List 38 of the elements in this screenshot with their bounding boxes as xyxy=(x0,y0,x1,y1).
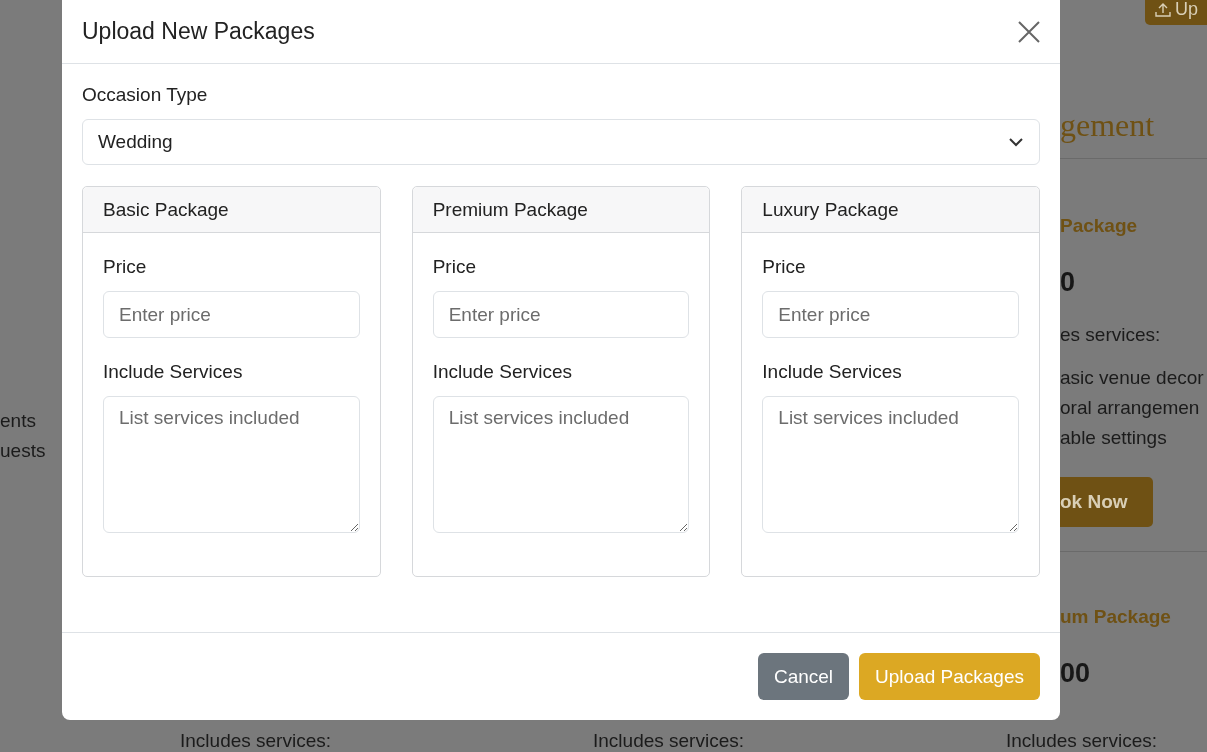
field-label: Include Services xyxy=(103,361,244,383)
field-label: Price xyxy=(762,256,807,278)
package-price: 00 xyxy=(1060,658,1091,689)
services-textarea[interactable]: List services included xyxy=(432,396,690,533)
modal-title: Upload New Packages xyxy=(82,18,315,45)
section-heading: gement xyxy=(1060,107,1155,144)
service-item: oral arrangemen xyxy=(1060,396,1201,420)
list-item-text: uests xyxy=(0,439,47,463)
package-title: Package xyxy=(1060,215,1138,237)
book-button[interactable]: ok Now xyxy=(1060,477,1153,527)
field-label: Include Services xyxy=(432,361,574,383)
field-label: Price xyxy=(103,256,148,278)
package-price: 0 xyxy=(1060,267,1076,298)
service-item: asic venue decor xyxy=(1060,366,1204,390)
services-label: Includes services: xyxy=(593,730,745,752)
upload-button[interactable]: Up xyxy=(1145,0,1207,25)
field-label: Price xyxy=(432,256,477,278)
package-card-header: Premium Package xyxy=(412,187,710,233)
service-item: able settings xyxy=(1060,426,1168,450)
services-label: Includes services: xyxy=(180,730,332,752)
close-icon[interactable] xyxy=(1018,20,1040,43)
chevron-down-icon xyxy=(1009,137,1023,147)
services-label: Includes services: xyxy=(1006,730,1157,752)
list-item-text: ents xyxy=(0,409,37,433)
services-label: es services: xyxy=(1060,324,1161,346)
package-card-header: Luxury Package xyxy=(742,187,1039,233)
cancel-button[interactable]: Cancel xyxy=(757,653,850,700)
field-label: Include Services xyxy=(762,361,903,383)
package-card-header: Basic Package xyxy=(83,187,380,233)
field-label: Occasion Type xyxy=(82,84,209,106)
package-title: um Package xyxy=(1060,606,1171,628)
upload-icon xyxy=(1155,1,1171,18)
price-input[interactable]: Enter price xyxy=(762,291,1019,338)
price-input[interactable]: Enter price xyxy=(432,291,690,338)
price-input[interactable]: Enter price xyxy=(103,291,360,338)
services-textarea[interactable]: List services included xyxy=(103,396,360,533)
services-textarea[interactable]: List services included xyxy=(762,396,1019,533)
occasion-select[interactable]: Wedding xyxy=(82,119,1040,165)
